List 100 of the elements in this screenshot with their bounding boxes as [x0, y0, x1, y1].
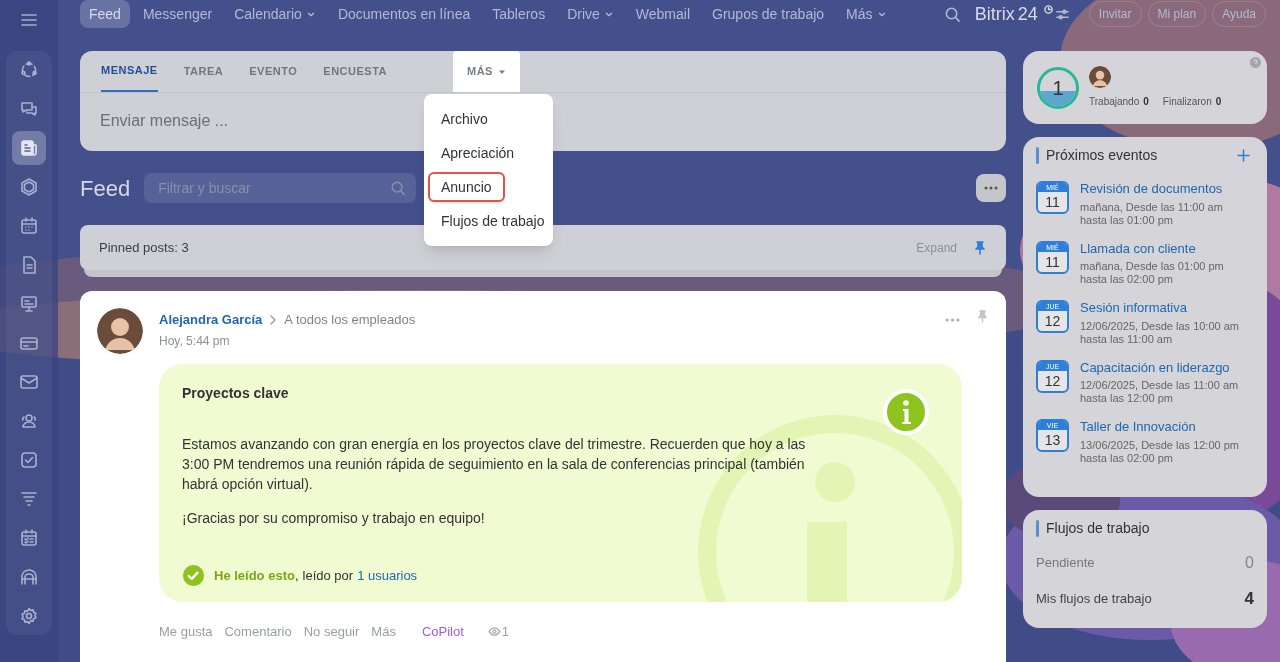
chat-icon [19, 99, 39, 119]
search-icon [390, 180, 407, 196]
composer-tab[interactable]: MÁS [453, 51, 520, 92]
event-link[interactable]: Sesión informativa [1080, 298, 1239, 318]
check-icon[interactable] [182, 564, 205, 587]
calendar-list-icon [19, 528, 39, 548]
workflow-label[interactable]: Mis flujos de trabajo [1036, 589, 1152, 609]
event-time: 13/06/2025, Desde las 12:00 pm [1080, 438, 1239, 452]
arch-icon [19, 567, 39, 587]
event-time: hasta las 11:00 am [1080, 332, 1174, 346]
menu-item[interactable]: Anuncio [428, 172, 505, 202]
info-icon [883, 389, 929, 435]
nav-item[interactable]: Documentos en línea [328, 0, 480, 28]
nav-item[interactable]: Feed [80, 0, 130, 28]
card-title: Flujos de trabajo [1046, 518, 1150, 538]
post-title: Proyectos clave [182, 384, 290, 403]
day-text: 12 [1043, 312, 1062, 331]
nav-item[interactable]: Más [837, 0, 896, 28]
views-count: 1 [501, 623, 510, 641]
avatar [1089, 66, 1111, 88]
accent-bar [1036, 519, 1039, 537]
nav-item[interactable]: Messenger [133, 0, 222, 28]
stat-value: 0 [1143, 95, 1149, 109]
dots-icon[interactable] [945, 318, 960, 322]
event-time: hasta las 02:00 pm [1080, 451, 1174, 465]
search-icon[interactable] [943, 5, 961, 23]
post-paragraph: ¡Gracias por su compromiso y trabajo en equipo! [182, 509, 486, 528]
readers-link[interactable]: 1 usuarios [357, 565, 418, 586]
event-time: mañana, Desde las 11:00 am [1080, 200, 1223, 214]
caret-icon [603, 9, 614, 19]
workflow-label[interactable]: Pendiente [1036, 553, 1095, 573]
stat-label: Finalizaron [1162, 95, 1212, 109]
event-link[interactable]: Taller de Innovación [1080, 417, 1239, 437]
read-label[interactable]: He leído esto [214, 565, 295, 586]
more-button[interactable] [976, 174, 1006, 202]
menu-item[interactable]: Archivo [428, 104, 549, 134]
clock-icon [1043, 4, 1053, 14]
eye-icon [487, 627, 501, 637]
chevron-icon [268, 315, 279, 325]
day-text: 13 [1043, 431, 1062, 450]
people-icon [19, 411, 39, 431]
action-link[interactable]: Me gusta [159, 622, 213, 642]
post-paragraph: Estamos avanzando con gran energía en los proyectos clave del trimestre. Recuerden que hoy a las 3:00 PM tendremos una reunión rápida de seguimiento en la sala de conferencias principal (también habrá opción virtual). [182, 435, 807, 494]
funnel-icon [19, 489, 39, 509]
event-link[interactable]: Capacitación en liderazgo [1080, 357, 1239, 377]
action-link[interactable]: Más [371, 622, 396, 642]
card-title: Próximos eventos [1046, 145, 1158, 165]
action-link[interactable]: CoPilot [421, 622, 464, 642]
menu-item[interactable]: Apreciación [428, 138, 549, 168]
checkbox-icon [19, 450, 39, 470]
day-text: 11 [1044, 193, 1061, 212]
nav-item[interactable]: Webmail [626, 0, 699, 28]
caret-icon [305, 9, 316, 19]
recipient-text: A todos los empleados [284, 311, 416, 330]
help-icon[interactable] [1250, 57, 1261, 68]
accent-bar [1036, 146, 1039, 164]
composer-tab[interactable]: EVENTO [249, 51, 298, 92]
event-time: 12/06/2025, Desde las 10:00 am [1080, 319, 1239, 333]
sidebar-item[interactable] [12, 131, 46, 165]
plus-icon[interactable] [1237, 148, 1250, 162]
pin-icon[interactable] [973, 240, 987, 255]
settings-icon [19, 606, 39, 626]
pinned-count: Pinned posts: 3 [99, 238, 189, 257]
newspaper-icon [19, 138, 39, 158]
presentation-icon [19, 294, 39, 314]
caret-icon [876, 9, 887, 19]
logo: Bitrix 24 [974, 2, 1038, 26]
dots-icon [984, 186, 998, 190]
day-text: 12 [1043, 371, 1062, 391]
read-by-text: leído por [302, 566, 354, 585]
comma-text: , [294, 566, 299, 585]
post-time: Hoy, 5:44 pm [159, 333, 231, 350]
day-text: 11 [1044, 252, 1061, 272]
nav-item[interactable]: Calendario [225, 0, 325, 28]
event-time: hasta las 02:00 pm [1080, 273, 1174, 286]
stat-value: 0 [1215, 95, 1222, 109]
expand-link[interactable]: Expand [916, 238, 957, 257]
sync-icon [19, 60, 39, 80]
nav-item[interactable]: Tableros [483, 0, 555, 28]
event-time: hasta las 12:00 pm [1080, 392, 1174, 405]
event-time: hasta las 01:00 pm [1080, 213, 1174, 227]
event-time: 12/06/2025, Desde las 11:00 am [1080, 379, 1239, 392]
hexagon-icon [19, 177, 39, 197]
menu-item[interactable]: Flujos de trabajo [428, 206, 549, 236]
nav-item[interactable]: Drive [558, 0, 623, 28]
author-link[interactable]: Alejandra García [159, 310, 263, 330]
action-link[interactable]: No seguir [303, 622, 360, 642]
composer-tab[interactable]: ENCUESTA [323, 51, 387, 92]
pin-icon[interactable] [976, 309, 989, 323]
feed-title: Feed [80, 174, 131, 203]
event-link[interactable]: Llamada con cliente [1080, 238, 1224, 258]
event-link[interactable]: Revisión de documentos [1080, 179, 1223, 199]
avatar [97, 308, 143, 354]
composer-tab[interactable]: TAREA [183, 51, 224, 92]
mail-icon [19, 372, 39, 392]
sliders-icon[interactable] [1055, 7, 1069, 21]
action-link[interactable]: Comentario [224, 622, 292, 642]
menu-icon[interactable] [20, 11, 38, 29]
calendar-icon [19, 216, 39, 236]
nav-item[interactable]: Grupos de trabajo [703, 0, 834, 28]
